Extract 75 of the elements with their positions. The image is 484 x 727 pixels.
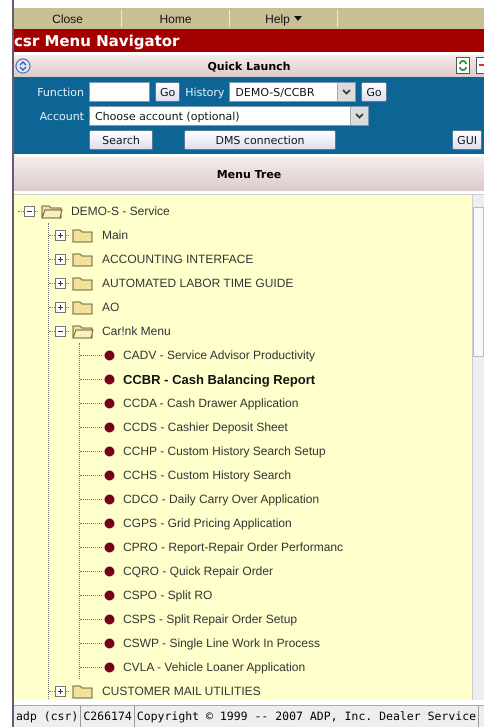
go-button[interactable]: Go: [155, 82, 180, 102]
folder-label[interactable]: DEMO-S - Service: [71, 204, 170, 218]
menu-item[interactable]: CQRO - Quick Repair Order: [123, 564, 274, 578]
bullet-icon: [104, 662, 115, 672]
plus-box-icon[interactable]: [55, 278, 66, 288]
plus-box-icon[interactable]: [55, 230, 66, 240]
bullet-icon: [104, 350, 115, 360]
document-icon[interactable]: [476, 57, 484, 74]
plus-box-icon[interactable]: [55, 686, 66, 696]
bullet-icon: [104, 470, 115, 480]
minus-box-icon[interactable]: [55, 326, 66, 336]
bullet-icon: [104, 422, 115, 432]
open-folder-icon: [72, 323, 94, 339]
folder-label[interactable]: AO: [102, 300, 120, 314]
plus-box-icon[interactable]: [55, 302, 66, 312]
window-title: csr Menu Navigator: [14, 29, 484, 52]
folder-label[interactable]: CUSTOMER MAIL UTILITIES: [102, 684, 261, 698]
bullet-icon: [104, 614, 115, 624]
bullet-icon: [104, 446, 115, 456]
dms-connection-button[interactable]: DMS connection: [184, 130, 336, 150]
menu-item[interactable]: CCBR - Cash Balancing Report: [123, 372, 316, 386]
menu-item[interactable]: CSWP - Single Line Work In Process: [123, 636, 320, 650]
open-folder-icon: [41, 203, 63, 219]
collapse-icon[interactable]: [15, 58, 31, 74]
status-text: C266174: [81, 706, 135, 727]
bullet-icon: [104, 494, 115, 504]
refresh-icon[interactable]: [456, 57, 470, 74]
menu-item[interactable]: Home: [122, 10, 230, 27]
menu-item[interactable]: CPRO - Report-Repair Order Performanc: [123, 540, 344, 554]
folder-icon: [72, 227, 94, 243]
folder-icon: [72, 275, 94, 291]
folder-label[interactable]: AUTOMATED LABOR TIME GUIDE: [102, 276, 294, 290]
caret-icon: [355, 113, 364, 119]
function-field[interactable]: [89, 82, 150, 102]
gui-button[interactable]: GUI: [452, 130, 482, 150]
menu-item[interactable]: CCDA - Cash Drawer Application: [123, 396, 298, 410]
minus-box-icon[interactable]: [24, 206, 35, 216]
search-button[interactable]: Search: [89, 130, 153, 150]
menu-item[interactable]: CADV - Service Advisor Productivity: [123, 348, 316, 362]
folder-label[interactable]: ACCOUNTING INTERFACE: [102, 252, 254, 266]
field-label: Function: [36, 86, 84, 98]
section-title: Quick Launch: [207, 60, 291, 72]
bullet-icon: [104, 398, 115, 408]
field-label: Account: [38, 110, 84, 122]
section-title: Menu Tree: [216, 168, 282, 180]
status-text: Copyright © 1999 -- 2007 ADP, Inc. Dealer Service: [134, 706, 480, 727]
folder-label[interactable]: Main: [102, 228, 128, 242]
bullet-icon: [104, 374, 115, 384]
bullet-icon: [104, 566, 115, 576]
menu-item[interactable]: CVLA - Vehicle Loaner Application: [123, 660, 306, 674]
menu-item[interactable]: CSPS - Split Repair Order Setup: [123, 612, 298, 626]
bullet-icon: [104, 638, 115, 648]
bullet-icon: [104, 590, 115, 600]
caret-icon: [342, 89, 352, 95]
plus-box-icon[interactable]: [55, 254, 66, 264]
menu-item[interactable]: CCHS - Custom History Search: [123, 468, 292, 482]
account-dropdown[interactable]: Choose account (optional): [89, 106, 369, 126]
folder-icon: [72, 683, 94, 699]
field-label: History: [185, 86, 224, 98]
go-button[interactable]: Go: [361, 82, 387, 102]
caret-icon: [294, 16, 302, 21]
menu-item[interactable]: Close: [14, 10, 122, 27]
bullet-icon: [104, 518, 115, 528]
menu-item[interactable]: CGPS - Grid Pricing Application: [123, 516, 292, 530]
folder-icon: [72, 251, 94, 267]
menu-item[interactable]: CDCO - Daily Carry Over Application: [123, 492, 320, 506]
folder-label[interactable]: Car!nk Menu: [102, 324, 171, 338]
menu-item[interactable]: CCHP - Custom History Search Setup: [123, 444, 326, 458]
bullet-icon: [104, 542, 115, 552]
status-text: adp (csr): [14, 706, 82, 727]
menu-item[interactable]: Help: [230, 10, 338, 27]
history-dropdown[interactable]: DEMO-S/CCBR: [229, 82, 356, 102]
menu-item[interactable]: CCDS - Cashier Deposit Sheet: [123, 420, 288, 434]
folder-icon: [72, 299, 94, 315]
menu-item[interactable]: CSPO - Split RO: [123, 588, 212, 602]
